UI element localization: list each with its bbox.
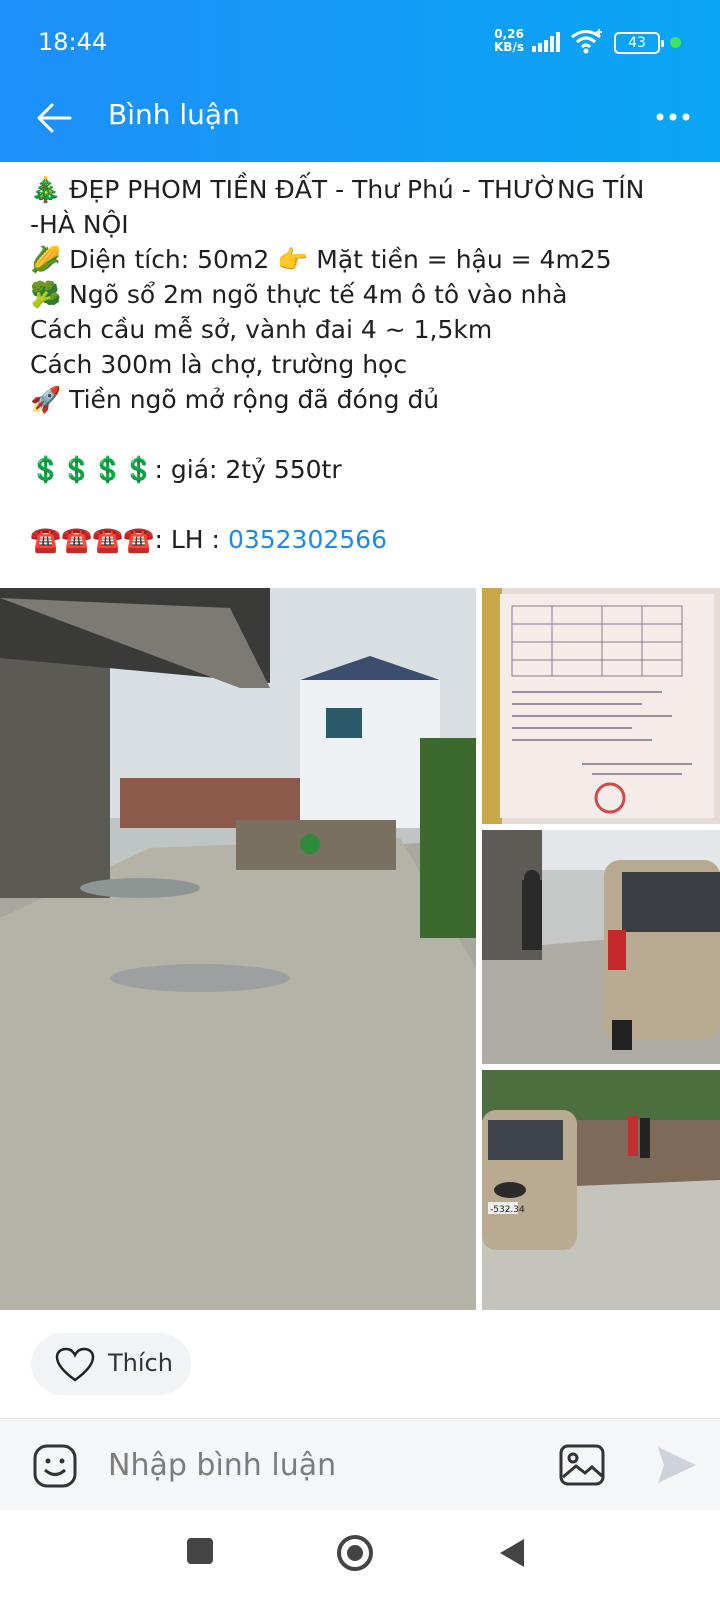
post-line: Cách cầu mễ sở, vành đai 4 ~ 1,5km (30, 315, 493, 344)
post-line: 🚀 Tiền ngõ mở rộng đã đóng đủ (30, 385, 440, 414)
photo-land-document[interactable] (482, 588, 720, 824)
post-line (30, 487, 700, 522)
battery-indicator: 43 (614, 32, 664, 54)
car-plate-text: -532.34 (490, 1205, 525, 1215)
back-arrow-icon[interactable] (36, 100, 72, 136)
status-time: 18:44 (38, 28, 108, 56)
post-line: 🎄 ĐẸP PHOM TIỀN ĐẤT - Thư Phú - THƯỜNG T… (30, 175, 645, 204)
post-line: -HÀ NỘI (30, 210, 129, 239)
system-navigation-bar (0, 1510, 720, 1601)
photo-grid: -532.34 (0, 588, 720, 1310)
like-label: Thích (108, 1349, 173, 1377)
post-line (30, 417, 700, 452)
photo-car-rear[interactable] (482, 830, 720, 1064)
square-icon[interactable] (186, 1537, 214, 1565)
network-speed-unit: KB/s (494, 40, 524, 54)
like-button[interactable]: Thích (31, 1333, 191, 1395)
back-triangle-icon[interactable] (498, 1537, 526, 1569)
heart-icon (55, 1347, 95, 1382)
network-speed: 0,26 KB/s (494, 28, 524, 54)
image-icon[interactable] (558, 1443, 606, 1487)
charging-dot (670, 37, 681, 48)
post-content: 🎄 ĐẸP PHOM TIỀN ĐẤT - Thư Phú - THƯỜNG T… (30, 172, 700, 557)
wifi-icon (571, 29, 602, 54)
post-line: 🥦 Ngõ sổ 2m ngõ thực tế 4m ô tô vào nhà (30, 280, 568, 309)
app-header: 18:44 0,26 KB/s 43 Bình luận (0, 0, 720, 162)
nav-bar: Bình luận (0, 86, 720, 162)
post-line: Cách 300m là chợ, trường học (30, 350, 408, 379)
page-title: Bình luận (108, 98, 240, 131)
photo-main-alley[interactable] (0, 588, 476, 1310)
phone-link[interactable]: 0352302566 (228, 525, 387, 554)
post-line: 💲💲💲💲: giá: 2tỷ 550tr (30, 455, 342, 484)
send-icon[interactable] (654, 1443, 698, 1487)
comment-input[interactable] (108, 1439, 528, 1491)
status-bar: 18:44 0,26 KB/s 43 (0, 0, 720, 86)
photo-car-front[interactable]: -532.34 (482, 1070, 720, 1310)
contact-label: ☎️☎️☎️☎️: LH : (30, 525, 228, 554)
emoji-icon[interactable] (32, 1443, 78, 1489)
home-circle-icon[interactable] (336, 1534, 374, 1572)
signal-icon (532, 32, 560, 52)
comment-bar (0, 1418, 720, 1510)
post-line: 🌽 Diện tích: 50m2 👉 Mặt tiền = hậu = 4m2… (30, 245, 612, 274)
more-icon[interactable] (655, 112, 695, 122)
post-contact-line: ☎️☎️☎️☎️: LH : 0352302566 (30, 522, 700, 557)
